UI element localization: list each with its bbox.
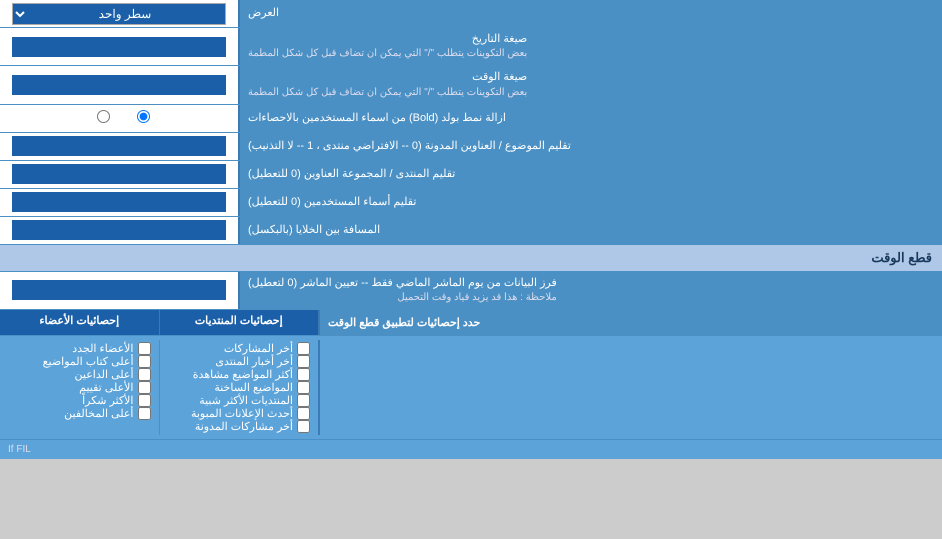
forum-order-input[interactable]: 33 [12, 164, 226, 184]
stats-spacer [320, 340, 942, 435]
stats-col1-item-3: أكثر المواضيع مشاهدة [168, 368, 311, 381]
footer-note-text: If FIL [8, 444, 31, 455]
stats-col1-checkboxes: أخر المشاركات أخر أخبار المنتدى أكثر الم… [159, 340, 319, 435]
topics-order-label: تقليم الموضوع / العناوين المدونة (0 -- ا… [240, 133, 942, 160]
forum-order-text: تقليم المنتدى / المجموعة العناوين (0 للت… [248, 167, 455, 182]
stats-col2-item-3: أعلى الداعين [8, 368, 151, 381]
cells-spacing-text: المسافة بين الخلايا (بالبكسل) [248, 223, 380, 238]
stats-col1-item-1: أخر المشاركات [168, 342, 311, 355]
header-row: العرض سطر واحد سطرين ثلاثة أسطر [0, 0, 942, 28]
bold-remove-label: ازالة نمط بولد (Bold) من اسماء المستخدمي… [240, 105, 942, 132]
cells-spacing-label: المسافة بين الخلايا (بالبكسل) [240, 217, 942, 244]
bold-no-radio[interactable] [97, 110, 110, 123]
stats-col1-item-5: المنتديات الأكثر شبية [168, 394, 311, 407]
footer-note-area: If FIL [0, 440, 942, 459]
date-format-hint: بعض التكوينات يتطلب "/" التي يمكن ان تضا… [248, 47, 527, 61]
stats-col1-item-7: أخر مشاركات المدونة [168, 420, 311, 433]
stats-col2-check-5[interactable] [138, 394, 151, 407]
cutoff-days-input-container: 0 [0, 272, 240, 309]
bold-remove-text: ازالة نمط بولد (Bold) من اسماء المستخدمي… [248, 111, 506, 126]
stats-checkboxes-area: أخر المشاركات أخر أخبار المنتدى أكثر الم… [0, 336, 942, 440]
time-format-title: صيغة الوقت [248, 70, 527, 85]
forum-order-row: تقليم المنتدى / المجموعة العناوين (0 للت… [0, 161, 942, 189]
users-order-input[interactable]: 0 [12, 192, 226, 212]
cutoff-section-title: قطع الوقت [871, 250, 932, 265]
stats-col2-item-6: أعلى المخالفين [8, 407, 151, 420]
header-title-text: العرض [248, 6, 279, 21]
date-format-title: صيغة التاريخ [248, 32, 527, 47]
bold-yes-label: نعم [118, 110, 150, 126]
time-format-label: صيغة الوقت بعض التكوينات يتطلب "/" التي … [240, 66, 942, 103]
time-format-input[interactable]: H:i [12, 75, 226, 95]
stats-col2-check-1[interactable] [138, 342, 151, 355]
stats-col2-header: إحصائيات الأعضاء [0, 310, 159, 335]
stats-apply-label: حدد إحصائيات لتطبيق قطع الوقت [320, 310, 942, 335]
stats-col1-item-4: المواضيع الساخنة [168, 381, 311, 394]
forum-order-input-container: 33 [0, 161, 240, 188]
users-order-input-container: 0 [0, 189, 240, 216]
stats-col1-check-1[interactable] [297, 342, 310, 355]
cutoff-days-note: ملاحظة : هذا قد يزيد قياد وقت التحميل [248, 291, 557, 305]
topics-order-row: تقليم الموضوع / العناوين المدونة (0 -- ا… [0, 133, 942, 161]
users-order-text: تقليم أسماء المستخدمين (0 للتعطيل) [248, 195, 416, 210]
topics-order-input-container: 33 [0, 133, 240, 160]
stats-col1-header: إحصائيات المنتديات [159, 310, 319, 335]
stats-col2-item-5: الأكثر شكراً [8, 394, 151, 407]
topics-order-text: تقليم الموضوع / العناوين المدونة (0 -- ا… [248, 139, 571, 154]
header-label: العرض [240, 0, 942, 27]
bold-remove-row: ازالة نمط بولد (Bold) من اسماء المستخدمي… [0, 105, 942, 133]
stats-header-row: حدد إحصائيات لتطبيق قطع الوقت إحصائيات ا… [0, 310, 942, 336]
stats-col2-item-1: الأعضاء الجدد [8, 342, 151, 355]
display-mode-select[interactable]: سطر واحد سطرين ثلاثة أسطر [12, 3, 226, 25]
main-container: العرض سطر واحد سطرين ثلاثة أسطر صيغة الت… [0, 0, 942, 459]
stats-col2-check-2[interactable] [138, 355, 151, 368]
stats-col1-item-6: أحدث الإعلانات المبوبة [168, 407, 311, 420]
bold-no-label: لا [88, 110, 110, 126]
users-order-label: تقليم أسماء المستخدمين (0 للتعطيل) [240, 189, 942, 216]
topics-order-input[interactable]: 33 [12, 136, 226, 156]
stats-col2-check-4[interactable] [138, 381, 151, 394]
stats-col2-checkboxes: الأعضاء الجدد أعلى كتاب المواضيع أعلى ال… [0, 340, 159, 435]
stats-col1-item-2: أخر أخبار المنتدى [168, 355, 311, 368]
stats-col2-check-3[interactable] [138, 368, 151, 381]
stats-col2-item-4: الأعلى تقييم [8, 381, 151, 394]
stats-col2-check-6[interactable] [138, 407, 151, 420]
stats-col2-item-2: أعلى كتاب المواضيع [8, 355, 151, 368]
users-order-row: تقليم أسماء المستخدمين (0 للتعطيل) 0 [0, 189, 942, 217]
date-format-input[interactable]: d-m [12, 37, 226, 57]
date-format-label: صيغة التاريخ بعض التكوينات يتطلب "/" الت… [240, 28, 942, 65]
stats-checkboxes-cols: أخر المشاركات أخر أخبار المنتدى أكثر الم… [0, 340, 320, 435]
cutoff-days-main-text: فرز البيانات من يوم الماشر الماضي فقط --… [248, 276, 557, 291]
date-format-row: صيغة التاريخ بعض التكوينات يتطلب "/" الت… [0, 28, 942, 66]
time-format-hint: بعض التكوينات يتطلب "/" التي يمكن ان تضا… [248, 86, 527, 100]
cutoff-days-input[interactable]: 0 [12, 280, 226, 300]
bold-remove-input-container: نعم لا [0, 105, 240, 132]
cutoff-section-header: قطع الوقت [0, 245, 942, 272]
bold-radio-group: نعم لا [78, 110, 160, 126]
cutoff-days-label: فرز البيانات من يوم الماشر الماضي فقط --… [240, 272, 942, 309]
stats-col1-check-7[interactable] [297, 420, 310, 433]
cells-spacing-row: المسافة بين الخلايا (بالبكسل) 2 [0, 217, 942, 245]
stats-col1-check-4[interactable] [297, 381, 310, 394]
stats-col1-check-3[interactable] [297, 368, 310, 381]
time-format-input-container: H:i [0, 66, 240, 103]
date-format-input-container: d-m [0, 28, 240, 65]
bold-yes-radio[interactable] [137, 110, 150, 123]
stats-col-headers: إحصائيات المنتديات إحصائيات الأعضاء [0, 310, 320, 335]
cells-spacing-input-container: 2 [0, 217, 240, 244]
forum-order-label: تقليم المنتدى / المجموعة العناوين (0 للت… [240, 161, 942, 188]
stats-col1-check-6[interactable] [297, 407, 310, 420]
stats-col1-check-5[interactable] [297, 394, 310, 407]
cells-spacing-input[interactable]: 2 [12, 220, 226, 240]
time-format-row: صيغة الوقت بعض التكوينات يتطلب "/" التي … [0, 66, 942, 104]
cutoff-days-row: فرز البيانات من يوم الماشر الماضي فقط --… [0, 272, 942, 310]
stats-col1-check-2[interactable] [297, 355, 310, 368]
header-dropdown-container: سطر واحد سطرين ثلاثة أسطر [0, 0, 240, 27]
